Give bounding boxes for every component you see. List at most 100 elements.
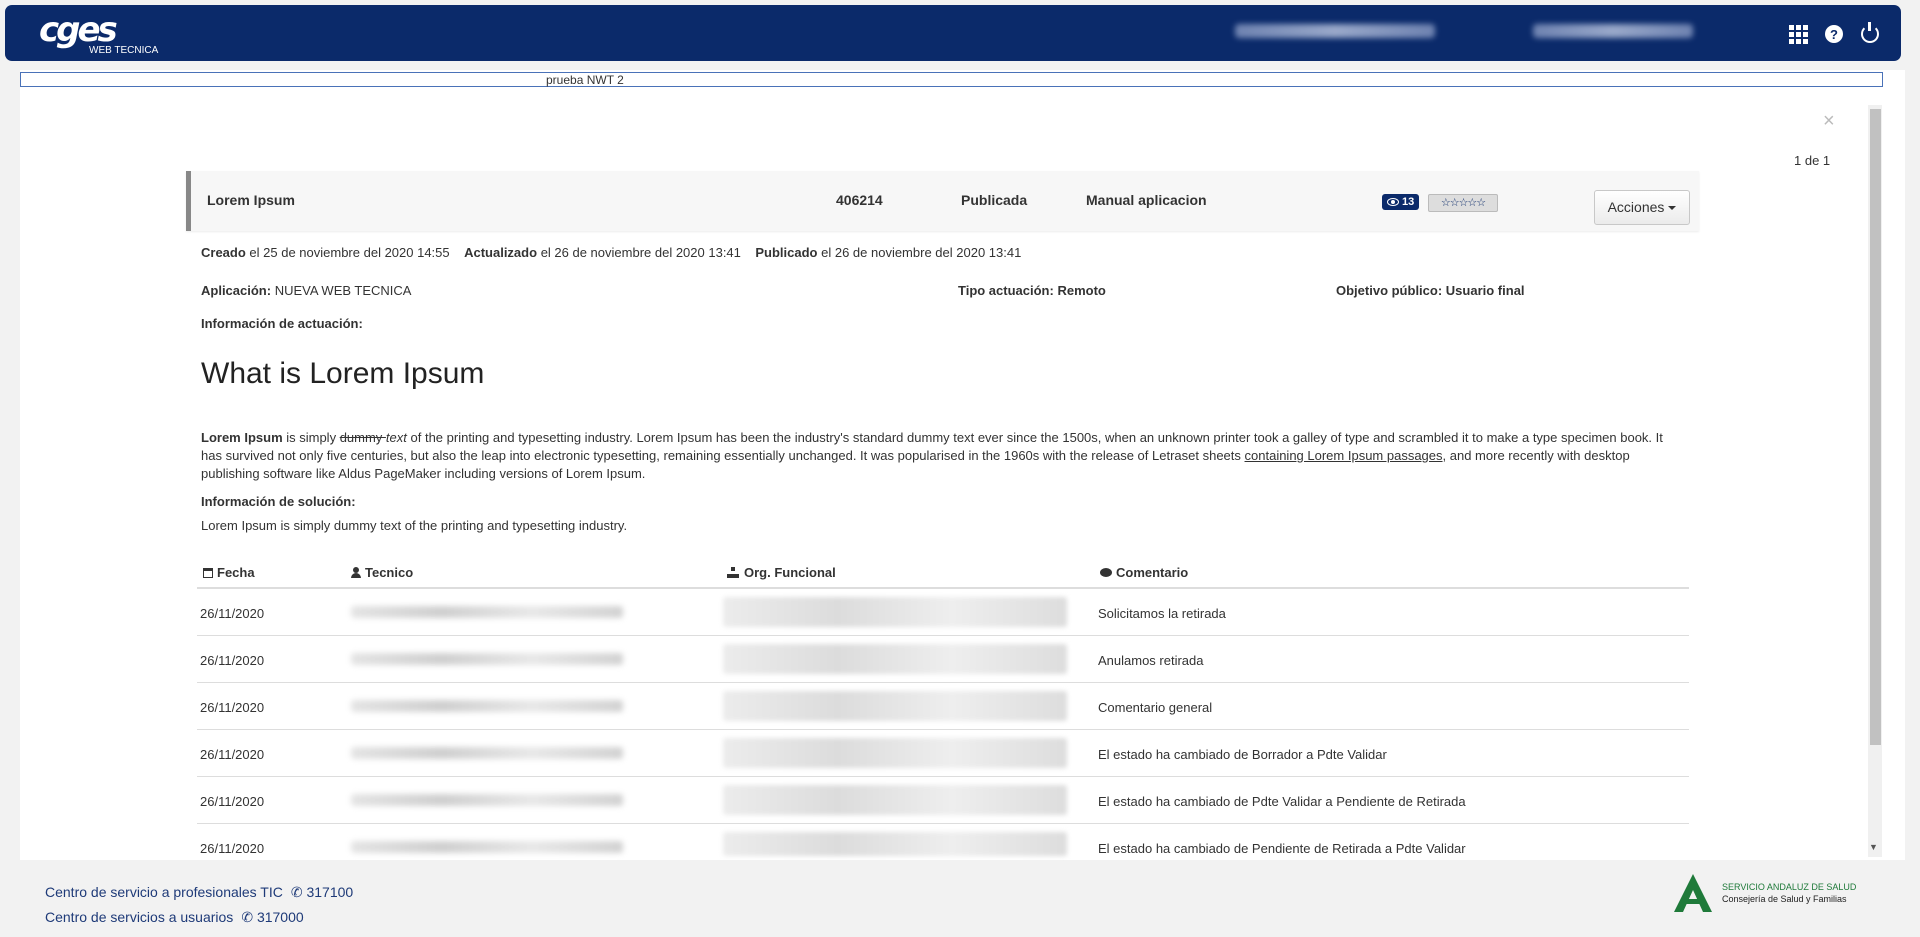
created-label: Creado [201,245,246,260]
org-redacted [723,785,1067,815]
eye-icon [1387,198,1399,206]
info-actuacion-label: Información de actuación: [201,316,363,331]
history-row: 26/11/2020 Anulamos retirada [197,636,1689,683]
tecnico-redacted [351,606,623,618]
title-field[interactable]: prueba NWT 2 [20,72,1883,87]
footer-link1-phone: 317100 [306,884,354,900]
caret-down-icon [1668,206,1677,211]
col-comentario: Comentario [1100,565,1188,580]
user-icon [351,567,361,578]
calendar-icon [203,567,213,578]
user-name-redacted [1235,24,1435,38]
info-solucion-label: Información de solución: [201,494,356,509]
row-comentario: Anulamos retirada [1098,653,1204,668]
tipo-actuacion-field: Tipo actuación: Remoto [958,283,1106,298]
org-redacted [723,738,1067,768]
logout-power-icon[interactable] [1859,22,1881,45]
history-row: 26/11/2020 El estado ha cambiado de Borr… [197,730,1689,777]
history-table: Fecha Tecnico Org. Funcional Comentario … [197,555,1689,864]
tecnico-redacted [351,841,623,853]
footer-link-profesionales[interactable]: Centro de servicio a profesionales TIC ✆ … [45,880,353,905]
row-comentario: El estado ha cambiado de Pdte Validar a … [1098,794,1466,809]
logo-subtitle: WEB TECNICA [89,45,159,56]
apps-grid-icon[interactable] [1787,23,1809,45]
org-redacted [723,597,1067,627]
tecnico-redacted [351,747,623,759]
aplicacion-label: Aplicación: [201,283,272,298]
row-fecha: 26/11/2020 [200,841,265,856]
col-org-funcional: Org. Funcional [727,565,836,580]
para-italic: text [385,430,407,445]
col-org-label: Org. Funcional [744,565,836,580]
col-tecnico-label: Tecnico [365,565,414,580]
row-comentario: El estado ha cambiado de Borrador a Pdte… [1098,747,1387,762]
ticket-type: Manual aplicacion [1086,192,1207,208]
phone-icon: ✆ [290,884,303,900]
footer-link-usuarios[interactable]: Centro de servicios a usuarios ✆ 317000 [45,905,353,930]
tecnico-redacted [351,653,623,665]
acciones-dropdown-button[interactable]: Acciones [1594,190,1690,225]
col-fecha: Fecha [203,565,255,580]
tecnico-redacted [351,794,623,806]
acciones-label: Acciones [1607,199,1665,215]
col-comentario-label: Comentario [1116,565,1189,580]
aplicacion-value: NUEVA WEB TECNICA [274,283,412,298]
footer-link2-text: Centro de servicios a usuarios [45,909,234,925]
created-value: el 25 de noviembre del 2020 14:55 [249,245,450,260]
objetivo-publico-field: Objetivo público: Usuario final [1336,283,1525,298]
cges-logo[interactable]: cges WEB TECNICA [39,10,158,56]
para-strike: dummy [339,430,386,445]
footer-link1-text: Centro de servicio a profesionales TIC [45,884,283,900]
rating-stars[interactable]: ☆☆☆☆☆ [1428,194,1498,212]
last-access-redacted [1533,24,1693,38]
pager-label: 1 de 1 [1794,153,1831,168]
ticket-summary-bar: Lorem Ipsum 406214 Publicada Manual apli… [186,171,1699,231]
published-label: Publicado [755,245,818,260]
tipo-actuacion-value: Remoto [1057,283,1106,298]
objetivo-publico-value: Usuario final [1445,283,1525,298]
history-row: 26/11/2020 Comentario general [197,683,1689,730]
org-redacted [723,691,1067,721]
row-comentario: El estado ha cambiado de Pendiente de Re… [1098,841,1466,856]
para-link[interactable]: containing Lorem Ipsum passages [1245,448,1443,463]
ticket-dates: Creado el 25 de noviembre del 2020 14:55… [201,245,1021,260]
row-fecha: 26/11/2020 [200,653,265,668]
article-heading: What is Lorem Ipsum [201,357,485,390]
org-redacted [723,832,1067,856]
row-comentario: Solicitamos la retirada [1098,606,1226,621]
scroll-down-arrow-icon[interactable]: ▼ [1869,842,1878,852]
sas-name: SERVICIO ANDALUZ DE SALUD [1722,882,1857,892]
row-fecha: 26/11/2020 [200,606,265,621]
comment-icon [1100,568,1112,577]
info-solucion-text: Lorem Ipsum is simply dummy text of the … [201,518,628,533]
scrollbar-thumb[interactable] [1870,109,1881,745]
updated-value: el 26 de noviembre del 2020 13:41 [540,245,741,260]
footer-link2-phone: 317000 [256,909,304,925]
logo-text: cges [39,10,118,50]
row-fecha: 26/11/2020 [200,747,265,762]
col-tecnico: Tecnico [351,565,413,580]
row-fecha: 26/11/2020 [200,794,265,809]
phone-icon: ✆ [241,909,254,925]
top-header: cges WEB TECNICA ? [5,5,1901,61]
ticket-id: 406214 [836,192,883,208]
ticket-name: Lorem Ipsum [207,192,295,208]
para-text-1: is simply [282,430,340,445]
footer-contacts: Centro de servicio a profesionales TIC ✆ … [45,880,353,930]
row-comentario: Comentario general [1098,700,1213,715]
aplicacion-field: Aplicación: NUEVA WEB TECNICA [201,283,411,298]
history-row: 26/11/2020 El estado ha cambiado de Pdte… [197,777,1689,824]
tecnico-redacted [351,700,623,712]
help-icon[interactable]: ? [1823,23,1845,45]
published-value: el 26 de noviembre del 2020 13:41 [821,245,1022,260]
article-paragraph: Lorem Ipsum is simply dummy text of the … [201,429,1671,483]
views-badge: 13 [1382,194,1420,210]
sitemap-icon [727,567,740,578]
tipo-actuacion-label: Tipo actuación: [958,283,1054,298]
col-fecha-label: Fecha [217,565,255,580]
sas-logo-block: SERVICIO ANDALUZ DE SALUD Consejería de … [1672,872,1856,914]
row-fecha: 26/11/2020 [200,700,265,715]
history-row: 26/11/2020 El estado ha cambiado de Pend… [197,824,1689,864]
history-header-row: Fecha Tecnico Org. Funcional Comentario [197,555,1689,589]
close-icon[interactable]: × [1823,110,1835,133]
